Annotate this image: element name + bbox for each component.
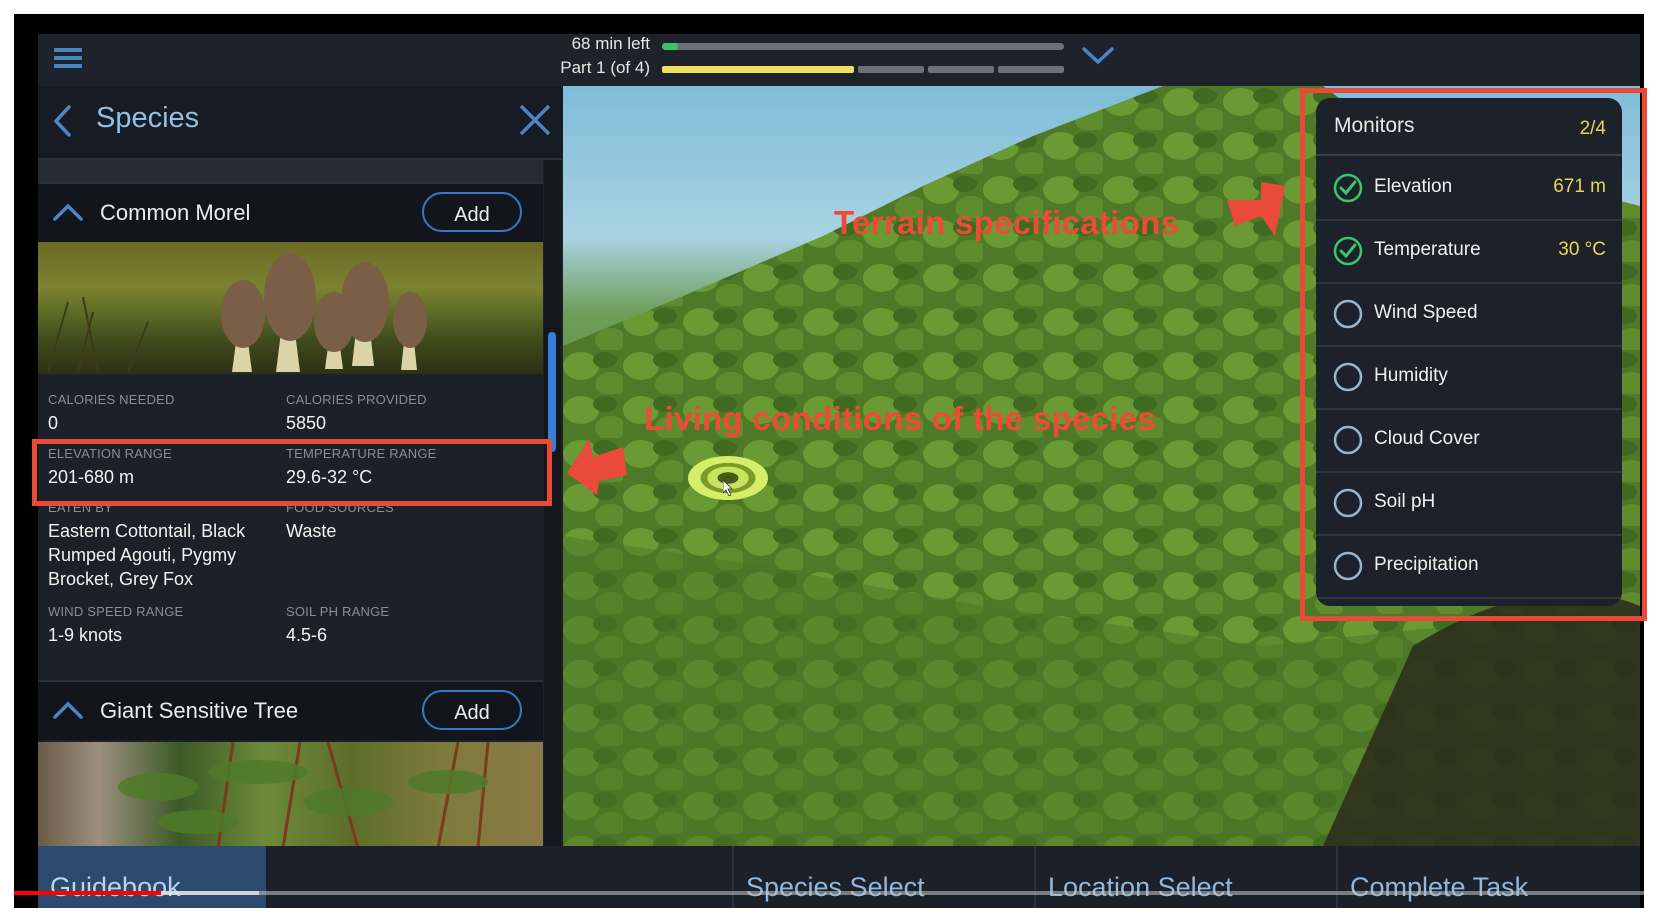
chevron-down-icon[interactable] (1081, 44, 1115, 68)
stat-eaten-by: EATEN BY Eastern Cottontail, Black Rumpe… (48, 500, 273, 591)
morel-mushrooms-image (38, 242, 543, 374)
stat-value: Waste (286, 521, 337, 541)
chevron-up-icon[interactable] (52, 202, 84, 222)
annotation-terrain-specifications: Terrain specifications (834, 204, 1180, 241)
stat-label: SOIL PH RANGE (286, 604, 390, 619)
part-segment (858, 66, 924, 73)
stat-value: 1-9 knots (48, 625, 123, 645)
stat-value: 5850 (286, 413, 327, 433)
top-bar: 68 min left Part 1 (of 4) (38, 34, 1640, 86)
video-played (14, 891, 161, 895)
stat-calories-provided: CALORIES PROVIDED 5850 (286, 392, 427, 435)
stat-value: Eastern Cottontail, Black Rumped Agouti,… (48, 521, 246, 589)
bottom-tab-bar: Guidebook Species Select Location Select… (38, 846, 1640, 908)
annotation-living-conditions: Living conditions of the species (644, 400, 1156, 437)
add-common-morel-button[interactable]: Add (422, 192, 522, 232)
tab-label: Location Select (1048, 872, 1233, 902)
list-top-strip (38, 160, 543, 184)
time-progress-bar (662, 43, 1064, 50)
chevron-left-icon[interactable] (52, 104, 74, 138)
add-giant-sensitive-tree-button[interactable]: Add (422, 690, 522, 730)
annotation-box-living-conditions (32, 439, 552, 506)
stat-soil-ph-range: SOIL PH RANGE 4.5-6 (286, 604, 389, 647)
tab-label: Guidebook (50, 872, 181, 902)
arrow-right-icon (1227, 182, 1285, 236)
tab-guidebook[interactable]: Guidebook (38, 846, 266, 908)
panel-title: Species (96, 102, 200, 134)
time-progress-fill (662, 43, 678, 50)
part-label: Part 1 (of 4) (560, 58, 650, 77)
annotation-box-terrain (1300, 88, 1647, 621)
tab-complete-task[interactable]: Complete Task (1338, 846, 1640, 908)
species-name: Giant Sensitive Tree (100, 698, 299, 723)
arrow-left-icon (567, 439, 627, 495)
species-header-common-morel[interactable]: Common Morel Add (38, 184, 543, 242)
time-left-label: 68 min left (571, 34, 650, 53)
hamburger-menu-icon[interactable] (54, 48, 82, 70)
part-segment (998, 66, 1064, 73)
species-header-giant-sensitive-tree[interactable]: Giant Sensitive Tree Add (38, 682, 543, 740)
panel-header: Species (38, 86, 563, 160)
stat-value: 4.5-6 (286, 625, 328, 645)
tab-label: Species Select (746, 872, 925, 902)
stat-wind-speed-range: WIND SPEED RANGE 1-9 knots (48, 604, 183, 647)
mouse-cursor-icon (723, 480, 733, 496)
stat-food-sources: FOOD SOURCES Waste (286, 500, 394, 543)
chevron-up-icon[interactable] (52, 700, 84, 720)
scrollbar-thumb[interactable] (548, 332, 556, 452)
part-segment (662, 66, 854, 73)
species-name: Common Morel (100, 200, 251, 225)
video-progress-bar[interactable] (14, 891, 1644, 895)
tab-species-select[interactable]: Species Select (734, 846, 1034, 908)
tab-label: Complete Task (1350, 872, 1529, 902)
stat-label: CALORIES NEEDED (48, 392, 175, 407)
part-segment (928, 66, 994, 73)
stat-label: CALORIES PROVIDED (286, 392, 427, 407)
stat-label: WIND SPEED RANGE (48, 604, 184, 619)
close-x-icon[interactable] (518, 103, 552, 137)
tab-location-select[interactable]: Location Select (1036, 846, 1336, 908)
stat-calories-needed: CALORIES NEEDED 0 (48, 392, 175, 435)
stat-value: 0 (48, 413, 59, 433)
giant-sensitive-tree-image (38, 741, 543, 846)
